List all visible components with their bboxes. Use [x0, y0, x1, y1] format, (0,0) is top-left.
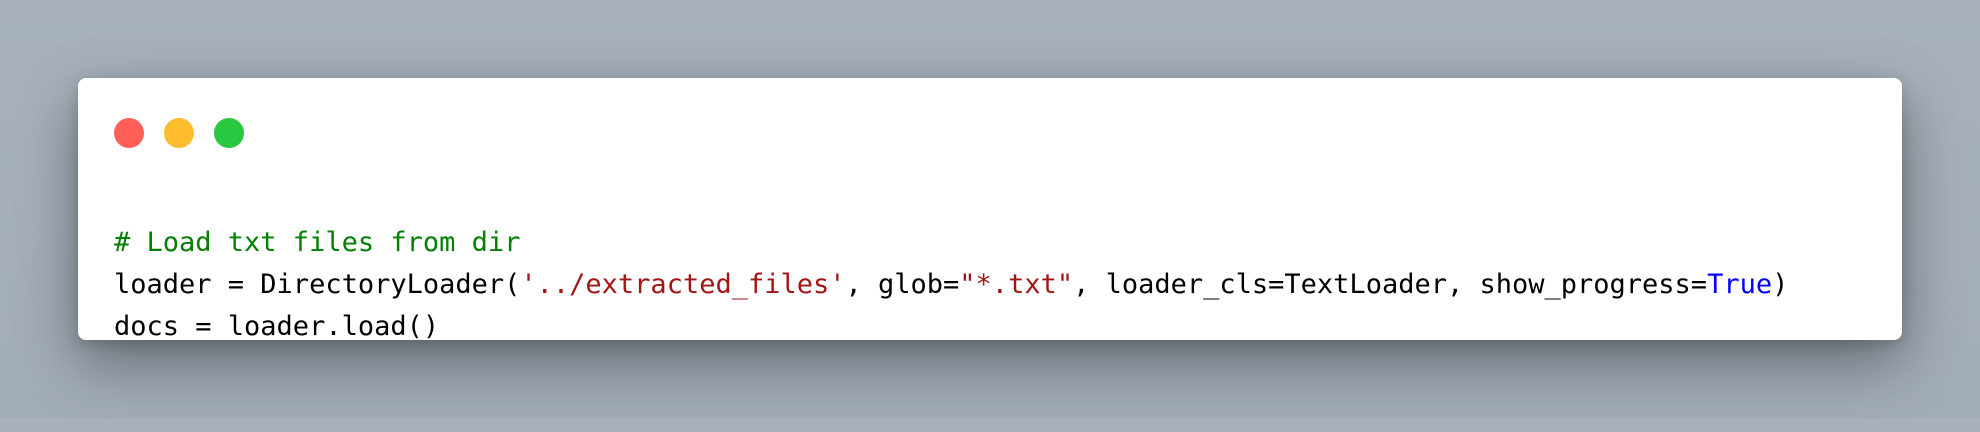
code-token: , glob=	[845, 269, 960, 300]
code-token: docs = loader.load()	[114, 311, 440, 342]
close-button[interactable]	[114, 118, 144, 148]
code-token: loader = DirectoryLoader(	[114, 269, 521, 300]
code-window: # Load txt files from dir loader = Direct…	[78, 78, 1902, 342]
code-token-string: '../extracted_files'	[520, 269, 846, 300]
code-line-comment: # Load txt files from dir	[114, 222, 1788, 264]
minimize-button[interactable]	[164, 118, 194, 148]
code-token: )	[1772, 269, 1789, 300]
maximize-button[interactable]	[214, 118, 244, 148]
code-token: , loader_cls=TextLoader, show_progress=	[1073, 269, 1708, 300]
code-block: # Load txt files from dir loader = Direct…	[114, 180, 1788, 432]
code-line-loader: loader = DirectoryLoader('../extracted_f…	[114, 264, 1788, 306]
code-token-keyword: True	[1707, 269, 1773, 300]
code-line-docs: docs = loader.load()	[114, 306, 1788, 348]
code-token-string: "*.txt"	[959, 269, 1074, 300]
code-token: # Load txt files from dir	[114, 227, 521, 258]
